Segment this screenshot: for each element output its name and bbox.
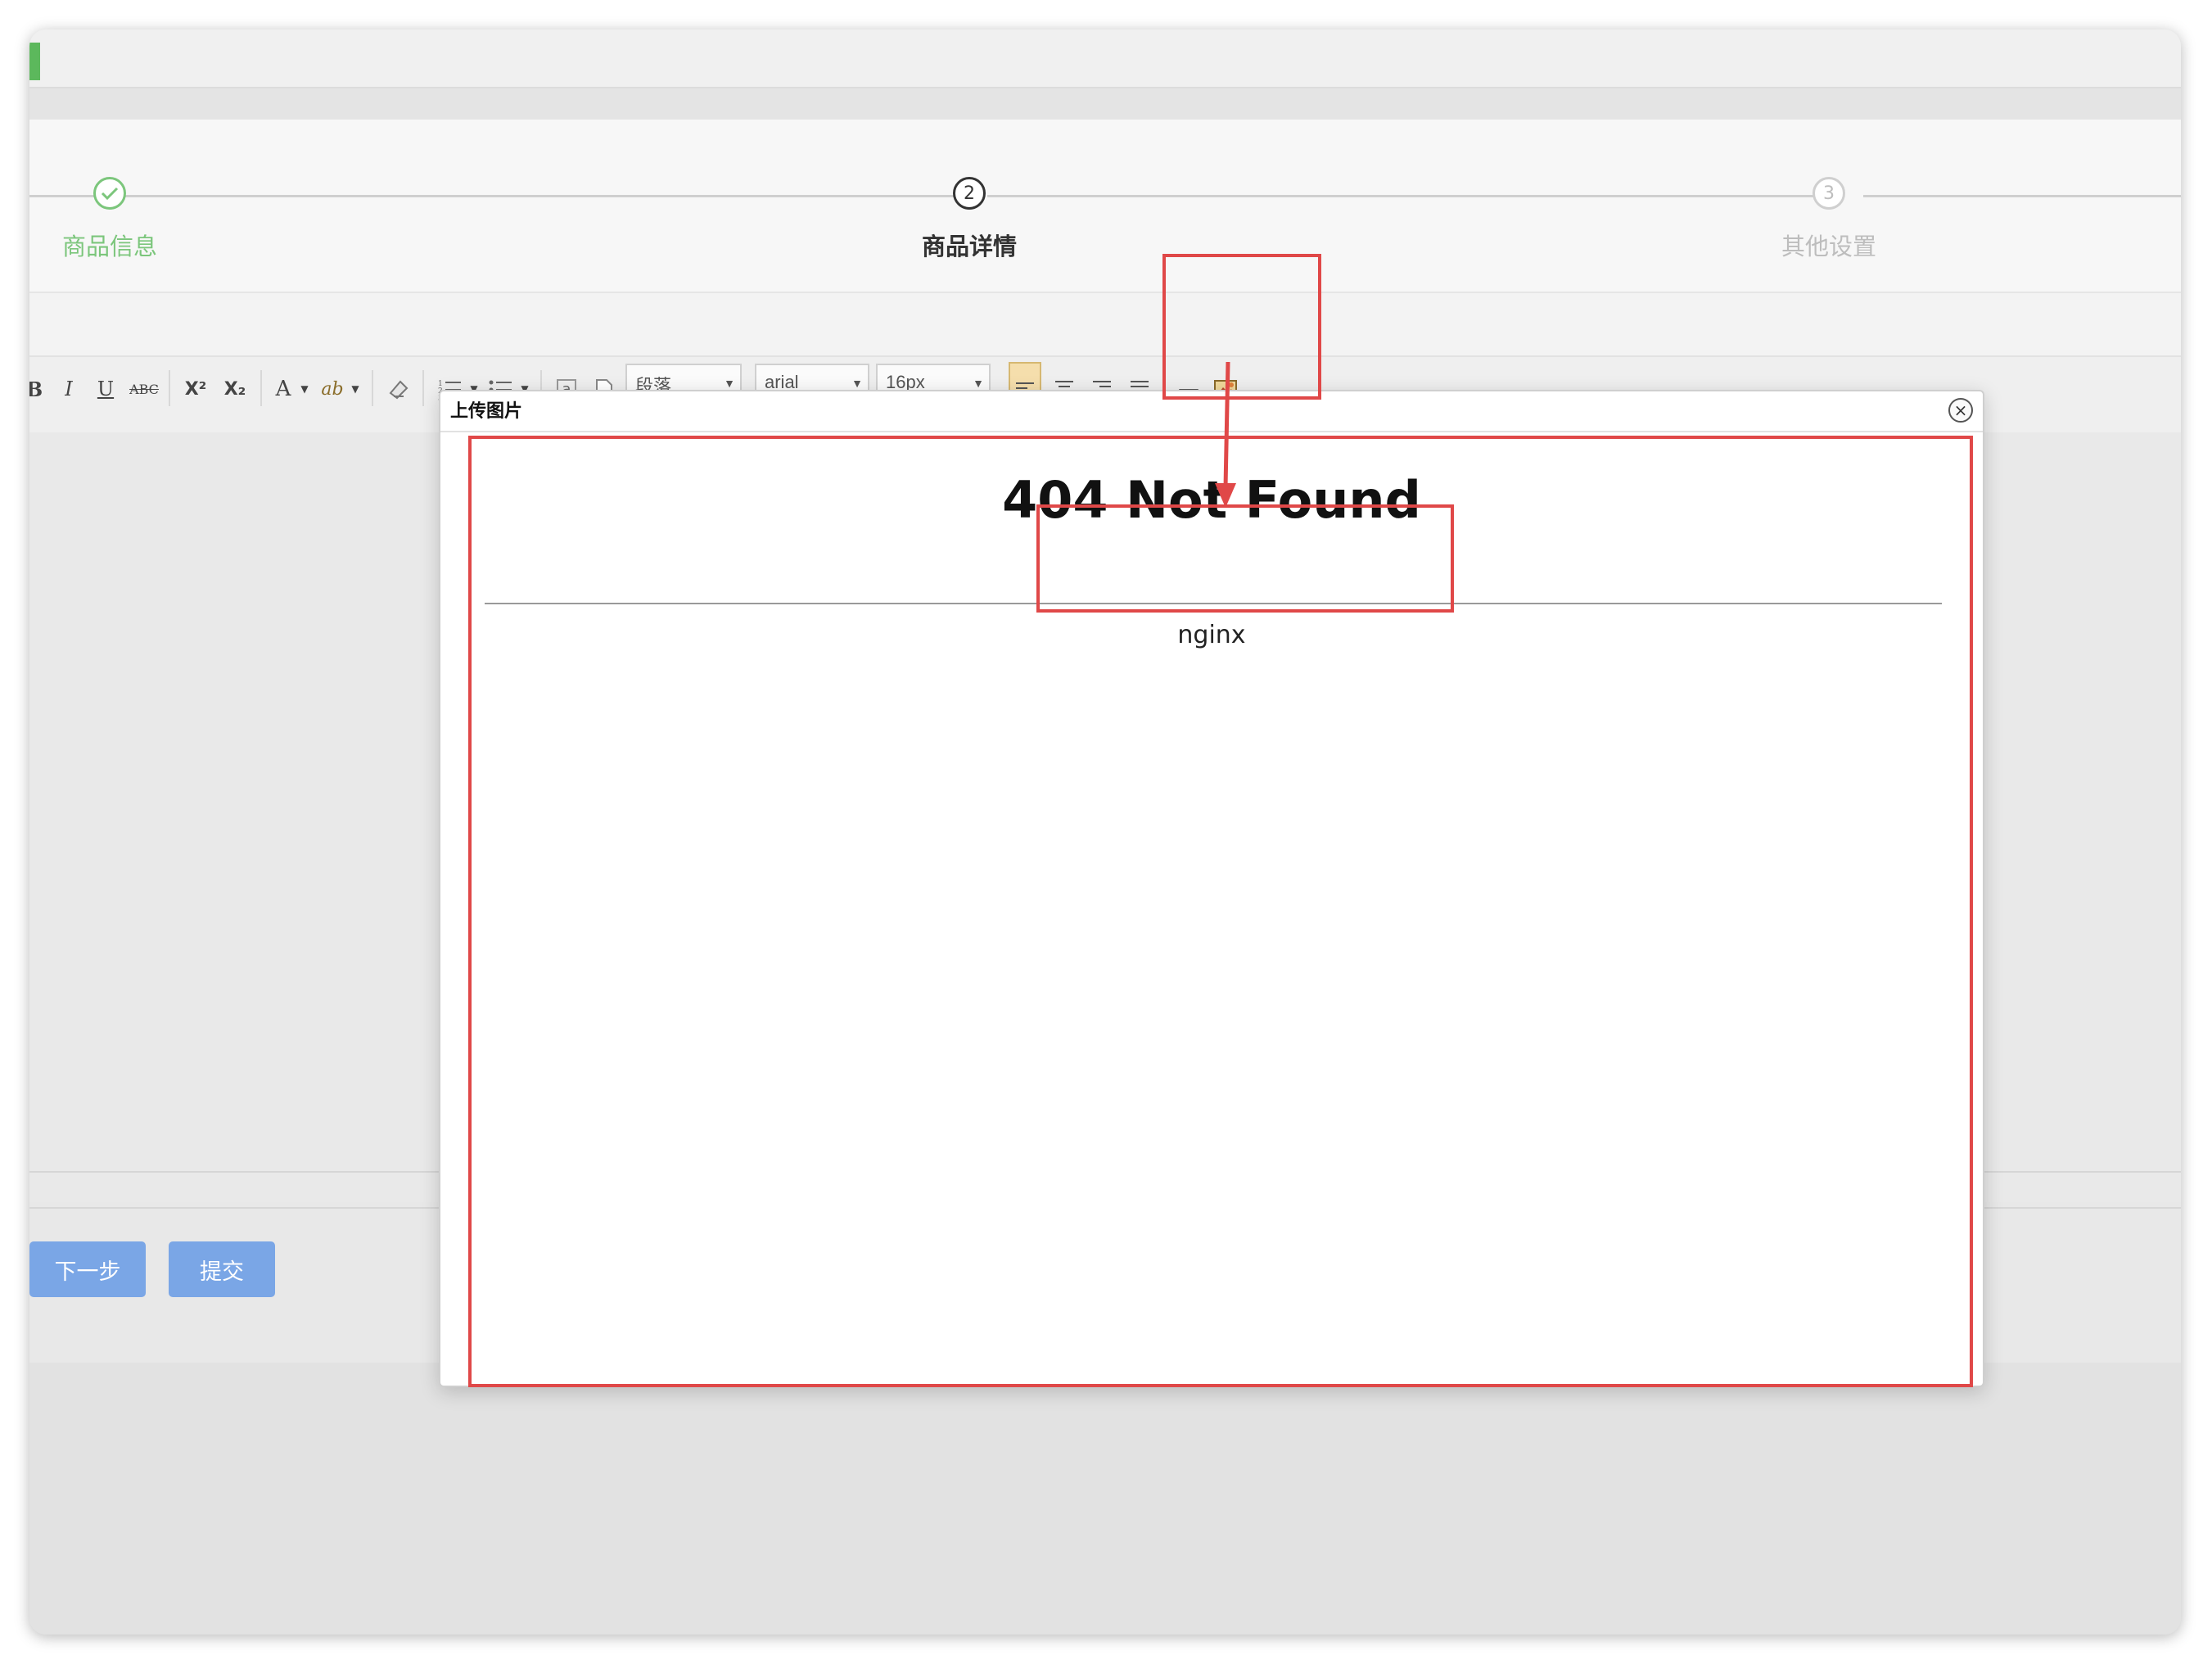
- next-step-button[interactable]: 下一步: [29, 1241, 146, 1297]
- chevron-down-icon[interactable]: ▼: [347, 372, 363, 406]
- toolbar-separator: [422, 370, 424, 406]
- step-line-right: [1863, 195, 2181, 197]
- chevron-down-icon: ▼: [851, 377, 863, 390]
- eraser-icon[interactable]: [381, 372, 414, 406]
- toolbar-separator: [372, 370, 373, 406]
- dialog-title: 上传图片: [450, 401, 523, 422]
- step-line-2-3: [987, 195, 1831, 197]
- close-icon[interactable]: ×: [1948, 398, 1973, 423]
- strikethrough-button[interactable]: ABC: [128, 372, 160, 406]
- sub-bar: [29, 88, 2181, 120]
- step-progress: 商品信息 2 商品详情 3 其他设置: [29, 120, 2181, 293]
- step-2-label[interactable]: 商品详情: [922, 228, 1017, 262]
- toolbar-separator: [169, 370, 170, 406]
- highlight-button[interactable]: ab: [316, 372, 349, 406]
- step-1-label[interactable]: 商品信息: [62, 228, 157, 262]
- chevron-down-icon: ▼: [724, 377, 735, 390]
- subscript-button[interactable]: X₂: [216, 372, 254, 406]
- step-3-number[interactable]: 3: [1812, 177, 1845, 210]
- font-color-button[interactable]: A: [269, 372, 298, 406]
- step-line-1-2: [111, 195, 955, 197]
- annotation-box-image-button: [1162, 254, 1321, 400]
- dialog-header-divider: [440, 431, 1983, 432]
- annotation-box-error-heading: [1036, 504, 1454, 613]
- chevron-down-icon: ▼: [973, 377, 984, 390]
- top-bar-accent: [29, 43, 40, 80]
- underline-button[interactable]: U: [93, 372, 118, 406]
- step-2-number[interactable]: 2: [953, 177, 986, 210]
- step-3-label[interactable]: 其他设置: [1781, 228, 1876, 262]
- page-footer-area: [29, 1363, 2181, 1635]
- top-bar: [29, 29, 2181, 88]
- submit-button[interactable]: 提交: [169, 1241, 275, 1297]
- step-line-left: [29, 195, 95, 197]
- bold-button[interactable]: B: [29, 372, 44, 406]
- italic-button[interactable]: I: [57, 372, 80, 406]
- step-1-check-icon[interactable]: [93, 177, 126, 210]
- superscript-button[interactable]: X²: [177, 372, 214, 406]
- chevron-down-icon[interactable]: ▼: [296, 372, 313, 406]
- toolbar-separator: [260, 370, 262, 406]
